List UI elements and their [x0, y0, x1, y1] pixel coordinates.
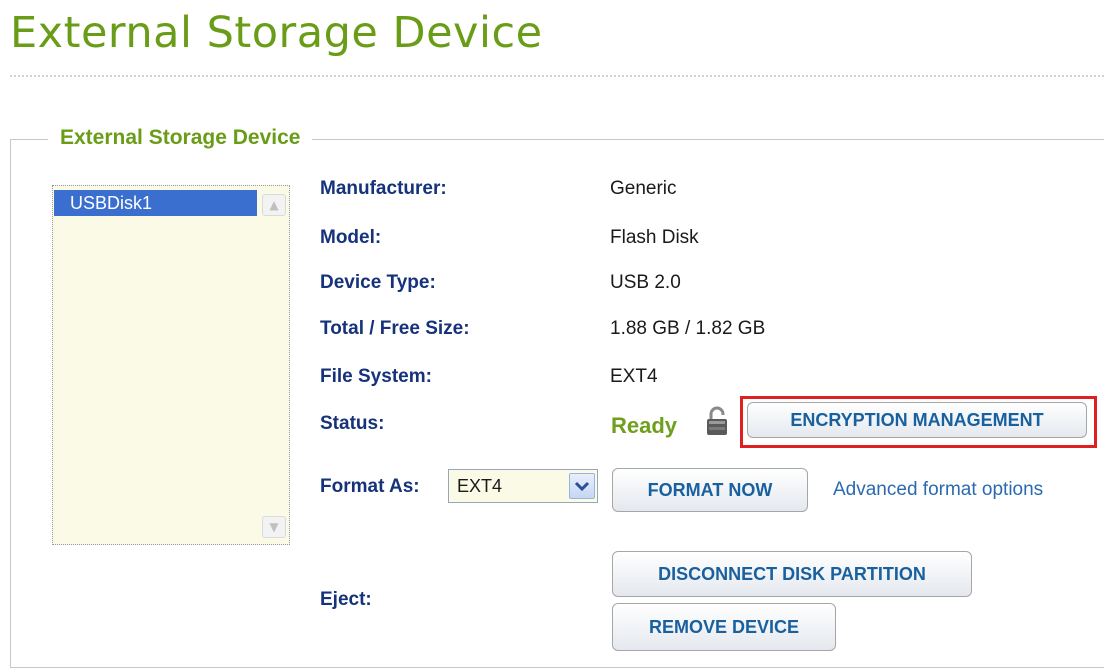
- encryption-management-button[interactable]: ENCRYPTION MANAGEMENT: [747, 402, 1087, 438]
- size-value: 1.88 GB / 1.82 GB: [610, 318, 766, 339]
- file-system-label: File System:: [320, 366, 432, 387]
- device-type-label: Device Type:: [320, 272, 436, 293]
- model-value: Flash Disk: [610, 227, 699, 248]
- disconnect-disk-partition-button[interactable]: DISCONNECT DISK PARTITION: [612, 551, 972, 597]
- page-title: External Storage Device: [10, 8, 543, 58]
- size-label: Total / Free Size:: [320, 318, 470, 339]
- panel-legend: External Storage Device: [48, 126, 313, 150]
- scroll-up-icon[interactable]: ▲: [262, 194, 286, 216]
- device-list-item[interactable]: USBDisk1: [54, 190, 257, 216]
- model-label: Model:: [320, 227, 382, 248]
- scroll-down-icon[interactable]: ▼: [262, 516, 286, 538]
- manufacturer-label: Manufacturer:: [320, 178, 447, 199]
- advanced-format-options-link[interactable]: Advanced format options: [833, 479, 1043, 501]
- lock-icon: [707, 406, 727, 435]
- format-now-button[interactable]: FORMAT NOW: [612, 468, 808, 512]
- title-divider: [10, 75, 1104, 77]
- device-list[interactable]: USBDisk1 ▲ ▼: [52, 185, 290, 545]
- eject-label: Eject:: [320, 589, 372, 610]
- format-select[interactable]: EXT4: [448, 469, 598, 503]
- device-type-value: USB 2.0: [610, 272, 681, 293]
- file-system-value: EXT4: [610, 366, 658, 387]
- manufacturer-value: Generic: [610, 178, 677, 199]
- status-label: Status:: [320, 413, 385, 434]
- chevron-down-icon[interactable]: [569, 473, 595, 499]
- format-select-value: EXT4: [457, 476, 503, 496]
- format-as-label: Format As:: [320, 476, 420, 497]
- list-scrollbar[interactable]: ▲ ▼: [262, 190, 286, 538]
- remove-device-button[interactable]: REMOVE DEVICE: [612, 603, 836, 651]
- status-value: Ready: [611, 413, 678, 438]
